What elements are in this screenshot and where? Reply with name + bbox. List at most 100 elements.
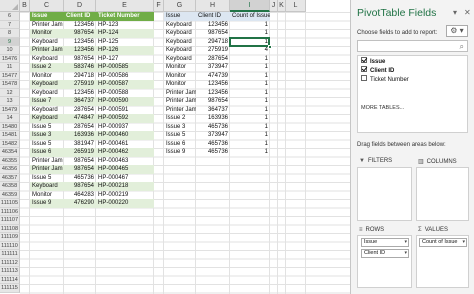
pivot-table-cell[interactable]: 1 (230, 63, 270, 72)
spreadsheet-grid[interactable]: BCDEFGHIJKL 6 7 8 9 10 15476 11 15477 15478 12 13 1… (0, 0, 350, 294)
source-table-cell[interactable]: Issue 2 (30, 63, 64, 72)
source-table-cell[interactable]: Printer Jam (30, 21, 64, 30)
source-table-cell[interactable]: Issue 7 (30, 97, 64, 106)
source-table-cell[interactable]: Issue 6 (30, 148, 64, 157)
source-table-cell[interactable]: HP-000590 (96, 97, 154, 106)
pivot-table-cell[interactable]: 1 (230, 97, 270, 106)
source-table-cell[interactable]: 294718 (64, 72, 96, 81)
pivot-table-cell[interactable]: 163936 (196, 114, 230, 123)
pivot-table-cell[interactable]: 1 (230, 148, 270, 157)
row-header[interactable]: 15480 (0, 122, 20, 131)
column-header-j[interactable]: J (270, 0, 278, 12)
pivot-table-cell[interactable]: Printer Jam (164, 89, 196, 98)
row-header[interactable]: 46355 (0, 156, 20, 165)
source-table-cell[interactable]: Issue 5 (30, 123, 64, 132)
pivot-table-cell[interactable]: Keyboard (164, 38, 196, 47)
source-table-cell[interactable]: Issue 3 (30, 131, 64, 140)
source-table-cell[interactable]: Keyboard (30, 89, 64, 98)
rows-drop-area[interactable]: Issue ▾ Client ID ▾ (357, 235, 412, 288)
row-header[interactable]: 111114 (0, 275, 20, 284)
source-table-cell[interactable]: HP-000218 (96, 182, 154, 191)
pivot-table-cell[interactable]: 373947 (196, 131, 230, 140)
source-table-cell[interactable]: 275919 (64, 80, 96, 89)
more-tables-link[interactable]: MORE TABLES... (361, 105, 404, 111)
source-table-cell[interactable]: HP-000467 (96, 174, 154, 183)
pivot-table-cell[interactable]: 1 (230, 80, 270, 89)
pivot-table-cell[interactable]: 1 (230, 114, 270, 123)
source-table-cell[interactable]: HP-000592 (96, 114, 154, 123)
row-header[interactable]: 15478 (0, 80, 20, 89)
source-table-cell[interactable]: HP-126 (96, 46, 154, 55)
source-table-cell[interactable]: HP-000588 (96, 89, 154, 98)
source-table-cell[interactable]: 265919 (64, 148, 96, 157)
rows-chip-client-id[interactable]: Client ID ▾ (361, 249, 409, 258)
pivot-table-cell[interactable]: 287654 (196, 55, 230, 64)
row-header[interactable]: 111115 (0, 284, 20, 293)
field-search-input[interactable]: ⌕ (357, 40, 468, 52)
pivot-table-header[interactable]: Client ID (196, 12, 230, 21)
close-icon[interactable]: ✕ (464, 8, 471, 17)
source-table-cell[interactable]: HP-124 (96, 29, 154, 38)
source-table-cell[interactable]: HP-000219 (96, 191, 154, 200)
source-table-cell[interactable]: Keyboard (30, 38, 64, 47)
pivot-table-cell[interactable]: Monitor (164, 72, 196, 81)
pivot-table-cell[interactable]: Keyboard (164, 55, 196, 64)
pivot-table-header[interactable]: Issue (164, 12, 196, 21)
source-table-cell[interactable]: Printer Jam (30, 157, 64, 166)
source-table-cell[interactable]: 364737 (64, 97, 96, 106)
source-table-cell[interactable]: HP-000462 (96, 148, 154, 157)
pivot-table-cell[interactable]: Keyboard (164, 29, 196, 38)
pane-options-dropdown-icon[interactable]: ▾ (453, 8, 457, 17)
pivot-table-cell[interactable]: 1 (230, 89, 270, 98)
pivot-table-header[interactable]: Count of Issue (230, 12, 270, 21)
source-table-cell[interactable]: Keyboard (30, 80, 64, 89)
row-header[interactable]: 111110 (0, 241, 20, 250)
source-table-cell[interactable]: Printer Jam (30, 46, 64, 55)
row-header[interactable]: 111107 (0, 216, 20, 225)
values-drop-area[interactable]: Count of Issue ▾ (416, 235, 469, 288)
source-table-cell[interactable]: HP-000463 (96, 157, 154, 166)
column-header-g[interactable]: G (164, 0, 196, 12)
row-header[interactable]: 8 (0, 29, 20, 38)
source-table-cell[interactable]: 583746 (64, 63, 96, 72)
source-table-cell[interactable]: HP-000591 (96, 106, 154, 115)
pivot-table-cell[interactable]: 123456 (196, 21, 230, 30)
row-header[interactable]: 111112 (0, 258, 20, 267)
source-table-cell[interactable]: HP-000460 (96, 131, 154, 140)
row-header[interactable]: 12 (0, 88, 20, 97)
source-table-cell[interactable]: 464283 (64, 191, 96, 200)
column-header-b[interactable]: B (20, 0, 30, 12)
rows-chip-issue[interactable]: Issue ▾ (361, 238, 409, 247)
source-table-cell[interactable]: 287654 (64, 106, 96, 115)
row-header[interactable]: 11 (0, 63, 20, 72)
source-table-header[interactable]: Client ID (64, 12, 96, 21)
source-table-cell[interactable]: 287654 (64, 123, 96, 132)
select-all-corner[interactable] (0, 0, 20, 12)
pivot-table-cell[interactable]: 1 (230, 123, 270, 132)
pivot-table-cell[interactable]: Printer Jam (164, 106, 196, 115)
pivot-table-cell[interactable]: 4 (230, 46, 270, 55)
row-header[interactable]: 111106 (0, 207, 20, 216)
source-table-cell[interactable]: Issue 5 (30, 140, 64, 149)
source-table-cell[interactable]: 987654 (64, 29, 96, 38)
source-table-cell[interactable]: HP-127 (96, 55, 154, 64)
filters-drop-area[interactable] (357, 167, 412, 221)
pivot-table-cell[interactable]: 465736 (196, 148, 230, 157)
pivot-table-cell[interactable]: 474739 (196, 72, 230, 81)
source-table-cell[interactable]: HP-000937 (96, 123, 154, 132)
pivot-table-cell[interactable]: 1 (230, 72, 270, 81)
row-header[interactable]: 111109 (0, 233, 20, 242)
cell-area[interactable]: Issue Client ID Ticket Number Printer Jam 12… (20, 12, 350, 294)
source-table-cell[interactable]: 474847 (64, 114, 96, 123)
source-table-cell[interactable]: Keyboard (30, 55, 64, 64)
row-header[interactable]: 15479 (0, 105, 20, 114)
pivot-table-cell[interactable]: Keyboard (164, 46, 196, 55)
source-table-cell[interactable]: HP-000586 (96, 72, 154, 81)
source-table-cell[interactable]: HP-000585 (96, 63, 154, 72)
pivot-table-cell[interactable]: Issue 3 (164, 123, 196, 132)
column-header-h[interactable]: H (196, 0, 230, 12)
source-table-header[interactable]: Ticket Number (96, 12, 154, 21)
source-table-cell[interactable]: 987654 (64, 157, 96, 166)
pivot-table-cell[interactable]: 373947 (196, 63, 230, 72)
pivot-table-cell[interactable]: 987654 (196, 97, 230, 106)
